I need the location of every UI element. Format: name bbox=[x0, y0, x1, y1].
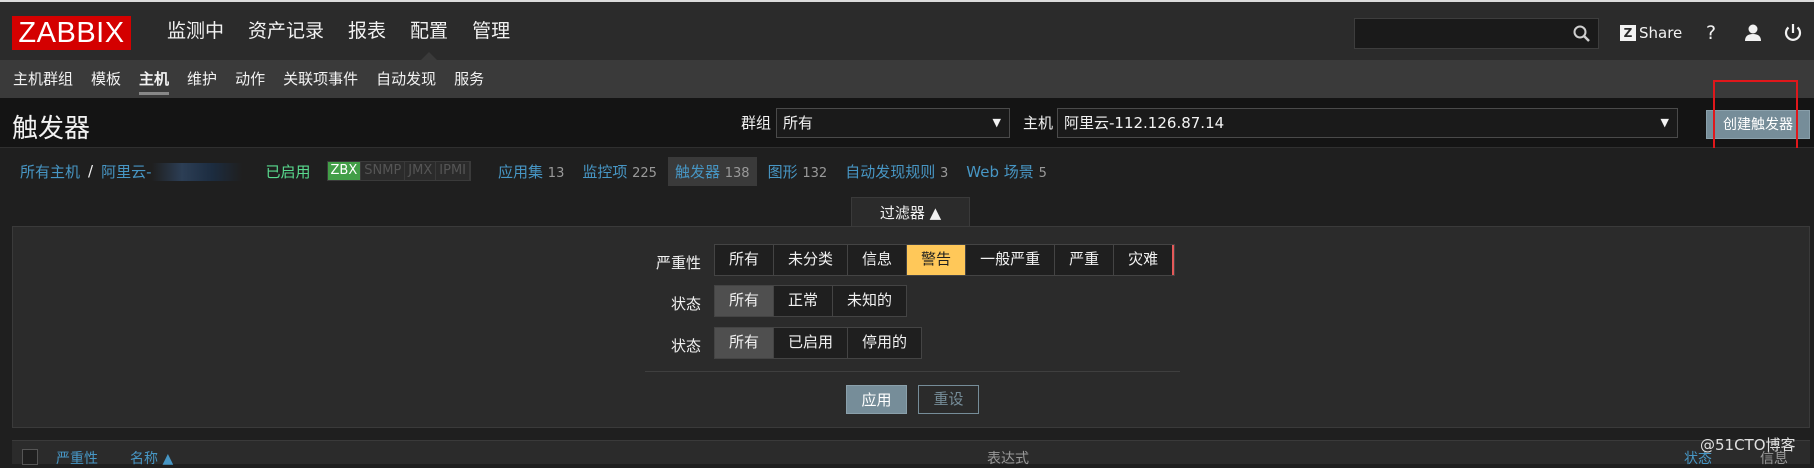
sub-navigation-bar: 主机群组 模板 主机 维护 动作 关联项事件 自动发现 服务 bbox=[0, 60, 1814, 98]
zabbix-logo[interactable]: ZABBIX bbox=[12, 16, 131, 50]
filter-toggle-tab[interactable]: 过滤器 ▲ bbox=[851, 197, 970, 227]
group-select-value: 所有 bbox=[783, 114, 814, 132]
submenu-actions[interactable]: 动作 bbox=[226, 60, 274, 98]
submenu-discovery[interactable]: 自动发现 bbox=[367, 60, 445, 98]
create-trigger-button[interactable]: 创建触发器 bbox=[1706, 110, 1810, 139]
share-link[interactable]: Z Share bbox=[1620, 20, 1682, 46]
menu-reports[interactable]: 报表 bbox=[336, 2, 398, 60]
apply-button[interactable]: 应用 bbox=[846, 385, 907, 414]
column-expression: 表达式 bbox=[987, 451, 1029, 467]
tab-graphs[interactable]: 图形 132 bbox=[761, 157, 835, 186]
submenu-maintenance[interactable]: 维护 bbox=[178, 60, 226, 98]
breadcrumb-host-label: 阿里云- bbox=[101, 162, 152, 181]
status-option-enabled[interactable]: 已启用 bbox=[774, 328, 849, 358]
host-select[interactable]: 阿里云-112.126.87.14 ▼ bbox=[1057, 108, 1678, 138]
tab-count: 138 bbox=[724, 165, 750, 181]
page-header: 触发器 群组 所有 ▼ 主机 阿里云-112.126.87.14 ▼ 创建触发器 bbox=[0, 98, 1814, 148]
search-input[interactable] bbox=[1354, 18, 1599, 49]
tab-discovery-rules[interactable]: 自动发现规则 3 bbox=[838, 157, 955, 186]
filter-divider bbox=[645, 371, 1180, 372]
breadcrumb-host[interactable]: 阿里云- bbox=[101, 161, 242, 182]
power-icon[interactable] bbox=[1782, 22, 1804, 44]
page-title: 触发器 bbox=[12, 114, 91, 144]
watermark: @51CTO博客 bbox=[1700, 436, 1796, 454]
tab-label: 监控项 bbox=[582, 162, 628, 181]
group-select[interactable]: 所有 ▼ bbox=[776, 108, 1010, 138]
state-segmented-control: 所有 正常 未知的 bbox=[714, 285, 908, 317]
jmx-badge: JMX bbox=[405, 162, 437, 180]
select-all-checkbox[interactable] bbox=[22, 449, 38, 465]
triggers-table-header: 严重性 名称 ▲ 表达式 状态 信息 bbox=[12, 440, 1810, 467]
share-label: Share bbox=[1639, 24, 1683, 42]
zbx-badge: ZBX bbox=[327, 162, 362, 180]
top-navigation-bar: ZABBIX 监测中 资产记录 报表 配置 管理 Z Share ? bbox=[0, 0, 1814, 60]
user-icon[interactable] bbox=[1742, 22, 1764, 44]
submenu-host-groups[interactable]: 主机群组 bbox=[4, 60, 82, 98]
chevron-down-icon: ▼ bbox=[1660, 116, 1669, 129]
tab-label: 自动发现规则 bbox=[845, 162, 936, 181]
tab-label: 图形 bbox=[767, 162, 798, 181]
snmp-badge: SNMP bbox=[361, 162, 406, 180]
filter-panel: 严重性 所有 未分类 信息 警告 一般严重 严重 灾难 状态 所有 正常 未知的… bbox=[12, 226, 1810, 428]
status-label: 状态 bbox=[670, 337, 701, 355]
reset-button[interactable]: 重设 bbox=[918, 385, 979, 414]
state-option-normal[interactable]: 正常 bbox=[774, 286, 834, 316]
breadcrumb: 所有主机 / 阿里云- 已启用 ZBX SNMP JMX IPMI 应用集 13… bbox=[0, 148, 1814, 194]
menu-inventory[interactable]: 资产记录 bbox=[236, 2, 336, 60]
tab-label: 应用集 bbox=[498, 162, 544, 181]
breadcrumb-all-hosts[interactable]: 所有主机 bbox=[20, 161, 80, 182]
availability-indicators: ZBX SNMP JMX IPMI bbox=[326, 161, 471, 181]
tab-triggers[interactable]: 触发器 138 bbox=[667, 156, 757, 186]
host-status-enabled[interactable]: 已启用 bbox=[266, 161, 311, 182]
column-severity[interactable]: 严重性 bbox=[56, 448, 98, 468]
tab-applications[interactable]: 应用集 13 bbox=[491, 157, 571, 186]
submenu-event-correlation[interactable]: 关联项事件 bbox=[274, 60, 367, 98]
state-label: 状态 bbox=[670, 295, 701, 313]
menu-configuration[interactable]: 配置 bbox=[398, 2, 460, 60]
severity-option-high[interactable]: 严重 bbox=[1055, 245, 1115, 275]
tab-count: 132 bbox=[802, 165, 828, 181]
zabbix-share-icon: Z bbox=[1620, 25, 1636, 41]
host-tabs: 应用集 13 监控项 225 触发器 138 图形 132 自动发现规则 3 W… bbox=[491, 156, 1058, 186]
severity-option-average[interactable]: 一般严重 bbox=[966, 245, 1056, 275]
tab-count: 5 bbox=[1038, 165, 1047, 181]
menu-monitoring[interactable]: 监测中 bbox=[155, 2, 236, 60]
tab-count: 13 bbox=[547, 165, 565, 181]
status-option-all[interactable]: 所有 bbox=[715, 328, 775, 358]
severity-option-warning[interactable]: 警告 bbox=[907, 245, 967, 275]
host-label: 主机 bbox=[1023, 114, 1054, 132]
help-icon[interactable]: ? bbox=[1700, 22, 1722, 44]
tab-count: 225 bbox=[632, 165, 657, 181]
submenu: 主机群组 模板 主机 维护 动作 关联项事件 自动发现 服务 bbox=[0, 60, 1814, 98]
tab-items[interactable]: 监控项 225 bbox=[575, 157, 664, 186]
search-icon[interactable] bbox=[1572, 24, 1592, 44]
host-select-value: 阿里云-112.126.87.14 bbox=[1064, 114, 1225, 132]
severity-option-disaster[interactable]: 灾难 bbox=[1114, 245, 1175, 275]
menu-administration[interactable]: 管理 bbox=[460, 2, 522, 60]
submenu-services[interactable]: 服务 bbox=[445, 60, 493, 98]
severity-option-not-classified[interactable]: 未分类 bbox=[774, 245, 849, 275]
column-name[interactable]: 名称 ▲ bbox=[130, 448, 173, 468]
main-menu: 监测中 资产记录 报表 配置 管理 bbox=[155, 2, 522, 60]
breadcrumb-separator: / bbox=[88, 162, 94, 180]
status-segmented-control: 所有 已启用 停用的 bbox=[714, 327, 923, 359]
ipmi-badge: IPMI bbox=[436, 162, 470, 180]
tab-count: 3 bbox=[940, 165, 949, 181]
tab-web-scenarios[interactable]: Web 场景 5 bbox=[959, 157, 1054, 186]
tab-label: 触发器 bbox=[674, 162, 720, 181]
state-option-unknown[interactable]: 未知的 bbox=[833, 286, 907, 316]
tab-label: Web 场景 bbox=[966, 162, 1034, 181]
severity-segmented-control: 所有 未分类 信息 警告 一般严重 严重 灾难 bbox=[714, 244, 1176, 276]
severity-option-all[interactable]: 所有 bbox=[715, 245, 775, 275]
severity-label: 严重性 bbox=[655, 254, 701, 272]
redacted-host-address bbox=[151, 163, 242, 181]
submenu-hosts[interactable]: 主机 bbox=[130, 60, 178, 98]
chevron-down-icon: ▼ bbox=[992, 116, 1001, 129]
group-label: 群组 bbox=[741, 114, 772, 132]
state-option-all[interactable]: 所有 bbox=[715, 286, 775, 316]
submenu-templates[interactable]: 模板 bbox=[82, 60, 130, 98]
severity-option-information[interactable]: 信息 bbox=[848, 245, 908, 275]
status-option-disabled[interactable]: 停用的 bbox=[848, 328, 922, 358]
